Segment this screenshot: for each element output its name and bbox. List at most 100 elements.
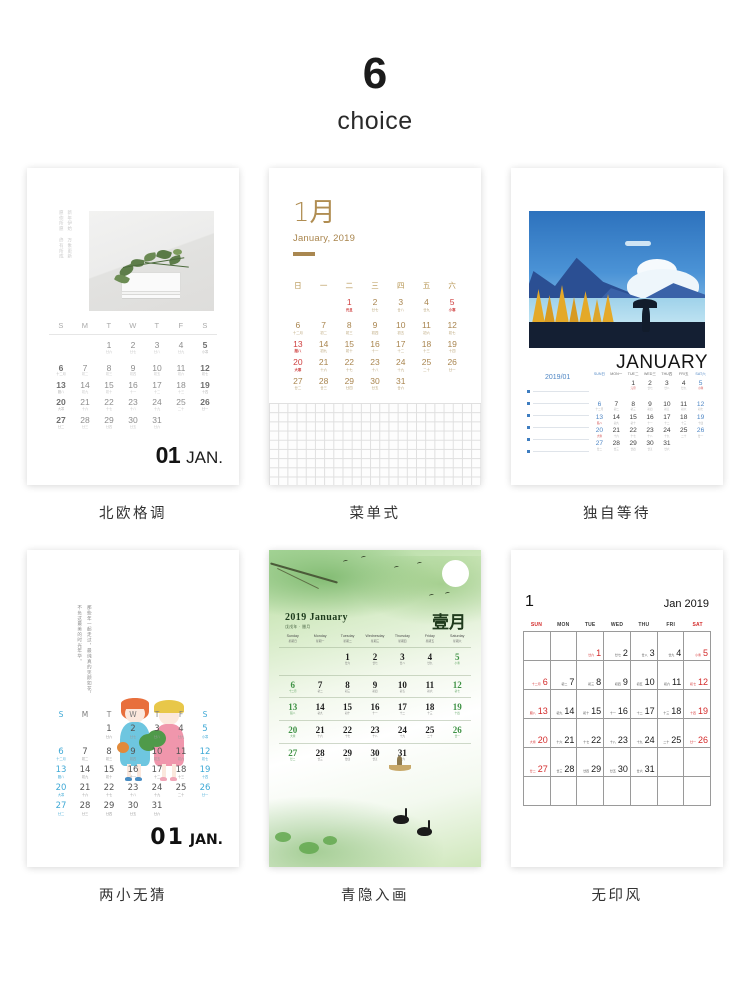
day-cell[interactable]: [608, 379, 625, 400]
day-cell[interactable]: [285, 296, 311, 319]
day-cell[interactable]: 22 十七: [334, 721, 361, 743]
day-cell[interactable]: [524, 777, 551, 806]
day-cell[interactable]: 十九 24: [630, 719, 658, 748]
day-cell[interactable]: 20 大寒: [285, 356, 311, 375]
day-cell[interactable]: 26 廿一: [444, 721, 471, 743]
day-cell[interactable]: 19 十四: [444, 698, 471, 720]
day-cell[interactable]: 11 初六: [414, 319, 440, 338]
day-cell[interactable]: 12 初七: [692, 400, 709, 413]
day-cell[interactable]: 6 十二月: [49, 746, 73, 764]
day-cell[interactable]: 19 十四: [439, 337, 465, 356]
day-cell[interactable]: 11 初六: [675, 400, 692, 413]
day-cell[interactable]: 24 十九: [145, 396, 169, 413]
day-cell[interactable]: 19 十四: [692, 413, 709, 426]
day-cell[interactable]: 15 初十: [97, 379, 121, 396]
day-cell[interactable]: 十四 19: [684, 690, 712, 719]
day-cell[interactable]: [193, 414, 217, 436]
note-line[interactable]: [527, 414, 589, 417]
day-cell[interactable]: 十八 23: [604, 719, 631, 748]
day-cell[interactable]: 29 廿四: [97, 414, 121, 436]
day-cell[interactable]: 廿七 2: [604, 632, 631, 661]
day-cell[interactable]: 15 初十: [336, 337, 362, 356]
calendar-preview-nordic[interactable]: 新年伊始 万象更新 愿你所愿 终有所成 S M T W T F S 1 廿六 2…: [27, 168, 239, 485]
day-cell[interactable]: [311, 296, 337, 319]
day-cell[interactable]: 2 廿七: [121, 723, 145, 746]
day-cell[interactable]: 26 廿一: [439, 356, 465, 375]
day-cell[interactable]: 16 十一: [121, 764, 145, 782]
day-cell[interactable]: 30 廿五: [362, 374, 388, 397]
day-cell[interactable]: 十二 17: [630, 690, 658, 719]
day-cell[interactable]: 16 十一: [642, 413, 659, 426]
calendar-preview-kids[interactable]: 那些年一起走过，最纯真的笑颜如花，不负这最美的时光年华。 S M T W T F…: [27, 550, 239, 867]
day-cell[interactable]: 24 十九: [145, 782, 169, 800]
day-cell[interactable]: 6 十二月: [49, 361, 73, 378]
day-cell[interactable]: [684, 748, 712, 777]
day-cell[interactable]: 31 廿六: [145, 800, 169, 823]
day-cell[interactable]: 29 廿四: [336, 374, 362, 397]
day-cell[interactable]: 20 大寒: [49, 396, 73, 413]
day-cell[interactable]: 15 初十: [334, 698, 361, 720]
day-cell[interactable]: 11 初六: [169, 746, 193, 764]
day-cell[interactable]: 廿六 1: [577, 632, 605, 661]
day-cell[interactable]: 27 廿二: [49, 414, 73, 436]
day-cell[interactable]: 23 十八: [642, 427, 659, 440]
day-cell[interactable]: 30 廿五: [121, 800, 145, 823]
day-cell[interactable]: 廿五 30: [604, 748, 631, 777]
day-cell[interactable]: 18 十三: [169, 764, 193, 782]
day-cell[interactable]: 1 元旦: [625, 379, 642, 400]
day-cell[interactable]: 16 十一: [361, 698, 388, 720]
day-cell[interactable]: 24 十九: [388, 356, 414, 375]
day-cell[interactable]: 廿九 4: [657, 632, 685, 661]
day-cell[interactable]: 初五 10: [630, 661, 658, 690]
day-cell[interactable]: 1 廿六: [97, 339, 121, 361]
day-cell[interactable]: 10 初五: [658, 400, 675, 413]
day-cell[interactable]: 10 初五: [145, 361, 169, 378]
day-cell[interactable]: 25 二十: [169, 396, 193, 413]
day-cell[interactable]: 28 廿三: [73, 414, 97, 436]
day-cell[interactable]: 8 初三: [97, 361, 121, 378]
day-cell[interactable]: 初六 11: [657, 661, 685, 690]
day-cell[interactable]: 4 廿九: [169, 723, 193, 746]
day-cell[interactable]: 3 廿八: [389, 648, 416, 675]
day-cell[interactable]: 9 初四: [362, 319, 388, 338]
day-cell[interactable]: 7 初二: [73, 746, 97, 764]
day-cell[interactable]: 初四 9: [604, 661, 631, 690]
note-line[interactable]: [527, 438, 589, 441]
day-cell[interactable]: 7 初二: [73, 361, 97, 378]
day-cell[interactable]: 22 十七: [336, 356, 362, 375]
day-cell[interactable]: 20 大寒: [49, 782, 73, 800]
day-cell[interactable]: 18 十三: [675, 413, 692, 426]
day-cell[interactable]: 8 初三: [625, 400, 642, 413]
day-cell[interactable]: 27 廿二: [279, 744, 306, 771]
day-cell[interactable]: 10 初五: [388, 319, 414, 338]
day-cell[interactable]: 4 廿九: [414, 296, 440, 319]
day-cell[interactable]: [684, 777, 712, 806]
day-cell[interactable]: [692, 440, 709, 461]
day-cell[interactable]: 19 十四: [193, 764, 217, 782]
day-cell[interactable]: 7 初二: [311, 319, 337, 338]
day-cell[interactable]: 5 小寒: [439, 296, 465, 319]
day-cell[interactable]: 20 大寒: [591, 427, 608, 440]
day-cell[interactable]: 27 廿二: [285, 374, 311, 397]
day-cell[interactable]: 2 廿七: [642, 379, 659, 400]
day-cell[interactable]: 22 十七: [97, 782, 121, 800]
day-cell[interactable]: [306, 648, 333, 675]
day-cell[interactable]: 24 十九: [658, 427, 675, 440]
day-cell[interactable]: 9 初四: [642, 400, 659, 413]
day-cell[interactable]: 13 腊八: [285, 337, 311, 356]
day-cell[interactable]: 16 十一: [362, 337, 388, 356]
calendar-preview-menu[interactable]: 1月 January, 2019 日 一 二 三 四 五 六 1 元旦 2 廿七 3 廿八…: [269, 168, 481, 485]
day-cell[interactable]: 23 十八: [362, 356, 388, 375]
day-cell[interactable]: 11 初六: [416, 676, 443, 698]
day-cell[interactable]: 28 廿三: [608, 440, 625, 461]
day-cell[interactable]: 28 廿三: [311, 374, 337, 397]
day-cell[interactable]: 2 廿七: [361, 648, 388, 675]
note-lines-area[interactable]: [527, 390, 589, 463]
day-cell[interactable]: 23 十八: [121, 396, 145, 413]
day-cell[interactable]: 1 廿六: [97, 723, 121, 746]
day-cell[interactable]: 24 十九: [389, 721, 416, 743]
day-cell[interactable]: 18 十三: [416, 698, 443, 720]
day-cell[interactable]: 12 初七: [193, 746, 217, 764]
day-cell[interactable]: 8 初三: [336, 319, 362, 338]
day-cell[interactable]: 5 小寒: [444, 648, 471, 675]
